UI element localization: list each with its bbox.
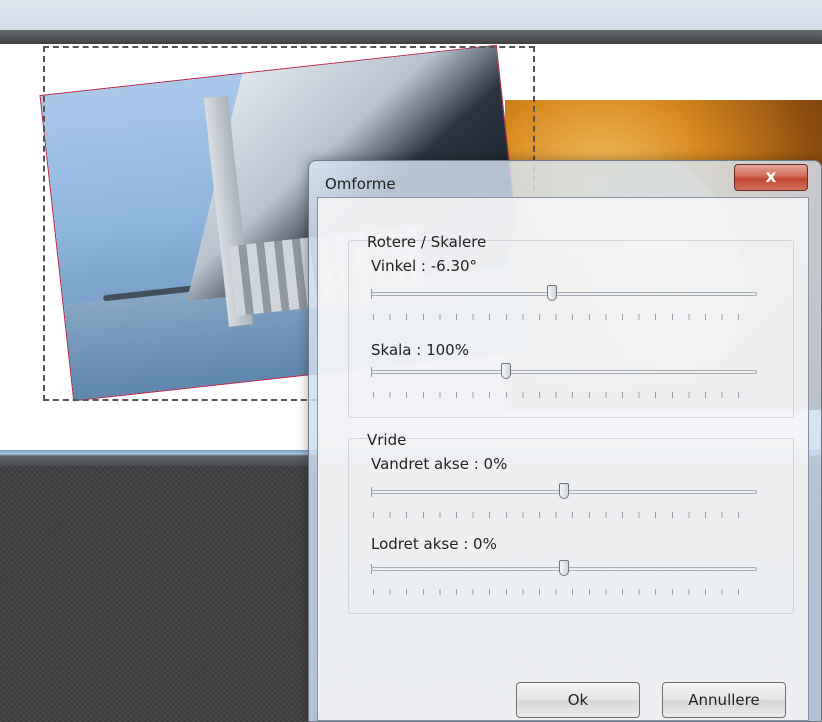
ok-button[interactable]: Ok: [516, 682, 640, 718]
app-top-bar: [0, 0, 822, 30]
close-icon: x: [765, 167, 777, 187]
horizontal-slider-thumb[interactable]: [559, 483, 569, 499]
transform-dialog: Omforme x Rotere / Skalere Vinkel : -6.3…: [308, 160, 822, 722]
scale-ticks: [373, 392, 755, 398]
dialog-title: Omforme: [325, 175, 396, 193]
angle-ticks: [373, 314, 755, 320]
horizontal-axis-label: Vandret akse : 0%: [371, 455, 508, 473]
horizontal-ticks: [373, 512, 755, 518]
scale-label: Skala : 100%: [371, 341, 469, 359]
scale-slider-track[interactable]: [371, 370, 757, 374]
vertical-slider-thumb[interactable]: [559, 560, 569, 576]
rotate-scale-group-title: Rotere / Skalere: [367, 233, 487, 251]
cancel-button[interactable]: Annullere: [662, 682, 786, 718]
skew-group: Vride Vandret akse : 0% Lodret akse : 0%: [348, 431, 794, 614]
angle-slider-track[interactable]: [371, 292, 757, 296]
vertical-axis-label: Lodret akse : 0%: [371, 535, 497, 553]
angle-slider-thumb[interactable]: [547, 285, 558, 301]
dialog-client-area: Rotere / Skalere Vinkel : -6.30° Skala :…: [317, 197, 809, 721]
close-button[interactable]: x: [734, 164, 808, 191]
skew-group-title: Vride: [367, 431, 407, 449]
angle-label: Vinkel : -6.30°: [371, 257, 478, 275]
app-toolbar-strip: [0, 30, 822, 44]
rotate-scale-group: Rotere / Skalere Vinkel : -6.30° Skala :…: [348, 233, 794, 418]
vertical-ticks: [373, 589, 755, 595]
scale-slider-thumb[interactable]: [501, 363, 512, 379]
